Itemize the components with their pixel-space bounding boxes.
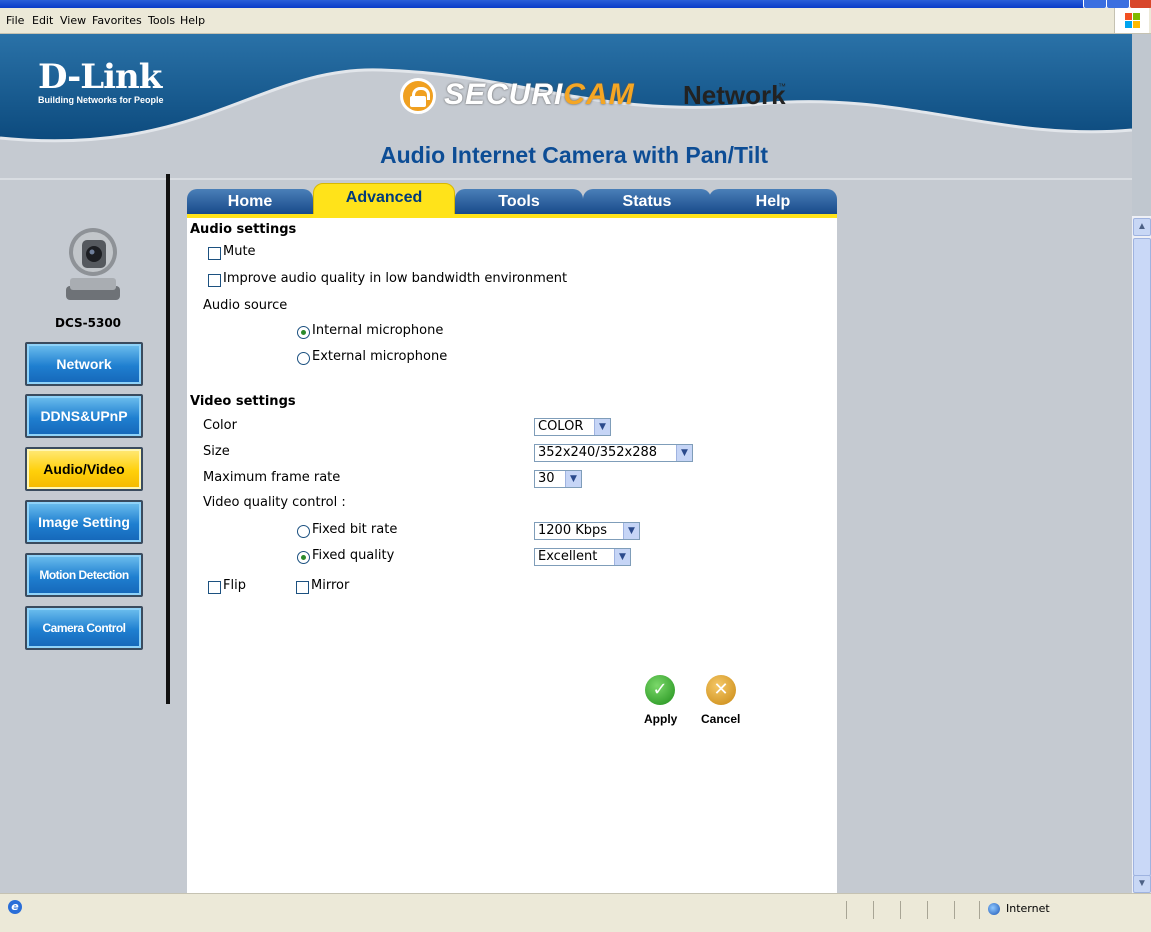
product-title: Audio Internet Camera with Pan/Tilt <box>380 142 769 168</box>
tab-status[interactable]: Status <box>583 189 711 214</box>
sidebar-item-audio-video[interactable]: Audio/Video <box>25 447 143 491</box>
chevron-down-icon: ▼ <box>614 549 630 565</box>
dlink-logo: D-Link <box>38 57 162 97</box>
video-settings-heading: Video settings <box>190 394 296 409</box>
status-divider <box>927 901 928 919</box>
size-select[interactable]: 352x240/352x288 ▼ <box>534 444 693 462</box>
cancel-button[interactable]: Cancel <box>701 712 740 726</box>
chevron-down-icon: ▼ <box>594 419 610 435</box>
fixed-quality-label: Fixed quality <box>312 548 395 563</box>
external-mic-label: External microphone <box>312 349 448 364</box>
status-divider <box>979 901 980 919</box>
device-model: DCS-5300 <box>55 316 122 330</box>
apply-button[interactable]: Apply <box>644 712 677 726</box>
fixed-bitrate-label: Fixed bit rate <box>312 522 398 537</box>
flip-checkbox[interactable] <box>208 581 221 594</box>
page-content: D-Link Building Networks for People SECU… <box>0 34 1132 893</box>
audio-source-label: Audio source <box>203 298 288 313</box>
mute-checkbox[interactable] <box>208 247 221 260</box>
framerate-select[interactable]: 30 ▼ <box>534 470 582 488</box>
bitrate-select[interactable]: 1200 Kbps ▼ <box>534 522 640 540</box>
quality-select[interactable]: Excellent ▼ <box>534 548 631 566</box>
trademark-symbol: ™ <box>778 82 786 91</box>
menu-file[interactable]: File <box>6 14 24 27</box>
mirror-label: Mirror <box>311 578 350 593</box>
fixed-quality-radio[interactable] <box>297 551 310 564</box>
sidebar-item-network[interactable]: Network <box>25 342 143 386</box>
status-divider <box>873 901 874 919</box>
scroll-up-icon[interactable]: ▲ <box>1133 218 1151 236</box>
menu-edit[interactable]: Edit <box>32 14 53 27</box>
quality-control-label: Video quality control : <box>203 495 346 510</box>
menu-favorites[interactable]: Favorites <box>92 14 142 27</box>
status-divider <box>846 901 847 919</box>
cancel-x-icon[interactable]: ✕ <box>706 675 736 705</box>
external-mic-radio[interactable] <box>297 352 310 365</box>
internal-mic-radio[interactable] <box>297 326 310 339</box>
lock-icon <box>400 78 436 114</box>
sidebar-item-ddns-upnp[interactable]: DDNS&UPnP <box>25 394 143 438</box>
dlink-tagline: Building Networks for People <box>38 95 164 105</box>
size-label: Size <box>203 444 230 459</box>
chevron-down-icon: ▼ <box>565 471 581 487</box>
internet-zone-icon <box>988 903 1000 915</box>
scroll-down-icon[interactable]: ▼ <box>1133 875 1151 893</box>
improve-audio-checkbox[interactable] <box>208 274 221 287</box>
sidebar-item-image-setting[interactable]: Image Setting <box>25 500 143 544</box>
flip-label: Flip <box>223 578 246 593</box>
brand-network: Network <box>683 80 786 110</box>
menu-tools[interactable]: Tools <box>148 14 175 27</box>
menu-view[interactable]: View <box>60 14 86 27</box>
internet-zone-label: Internet <box>1006 902 1050 915</box>
camera-image <box>66 228 120 300</box>
brand-securicam: SECURICAM <box>444 78 635 111</box>
status-bar: e Internet <box>0 893 1151 932</box>
status-divider <box>954 901 955 919</box>
settings-panel: Audio settings Mute Improve audio qualit… <box>187 218 837 893</box>
chevron-down-icon: ▼ <box>623 523 639 539</box>
vertical-scrollbar[interactable]: ▲ ▼ <box>1132 216 1151 893</box>
mirror-checkbox[interactable] <box>296 581 309 594</box>
internal-mic-label: Internal microphone <box>312 323 444 338</box>
audio-settings-heading: Audio settings <box>190 222 297 237</box>
fixed-bitrate-radio[interactable] <box>297 525 310 538</box>
main-tabs: Home Advanced Tools Status Help <box>187 183 837 216</box>
menu-help[interactable]: Help <box>180 14 205 27</box>
status-divider <box>900 901 901 919</box>
apply-check-icon[interactable]: ✓ <box>645 675 675 705</box>
color-select[interactable]: COLOR ▼ <box>534 418 611 436</box>
sidebar-divider <box>166 174 170 704</box>
color-label: Color <box>203 418 237 433</box>
sidebar-item-camera-control[interactable]: Camera Control <box>25 606 143 650</box>
framerate-label: Maximum frame rate <box>203 470 341 485</box>
windows-logo-icon <box>1114 8 1149 33</box>
menu-bar: File Edit View Favorites Tools Help <box>0 8 1151 34</box>
tab-help[interactable]: Help <box>709 189 837 214</box>
tab-tools[interactable]: Tools <box>455 189 583 214</box>
sidebar-item-motion-detection[interactable]: Motion Detection <box>25 553 143 597</box>
mute-label: Mute <box>223 244 256 259</box>
scroll-thumb[interactable] <box>1133 238 1151 876</box>
improve-audio-label: Improve audio quality in low bandwidth e… <box>223 271 568 286</box>
tab-home[interactable]: Home <box>187 189 313 214</box>
tab-advanced[interactable]: Advanced <box>313 183 455 216</box>
window-titlebar <box>0 0 1151 9</box>
ie-page-icon: e <box>8 900 22 914</box>
chevron-down-icon: ▼ <box>676 445 692 461</box>
